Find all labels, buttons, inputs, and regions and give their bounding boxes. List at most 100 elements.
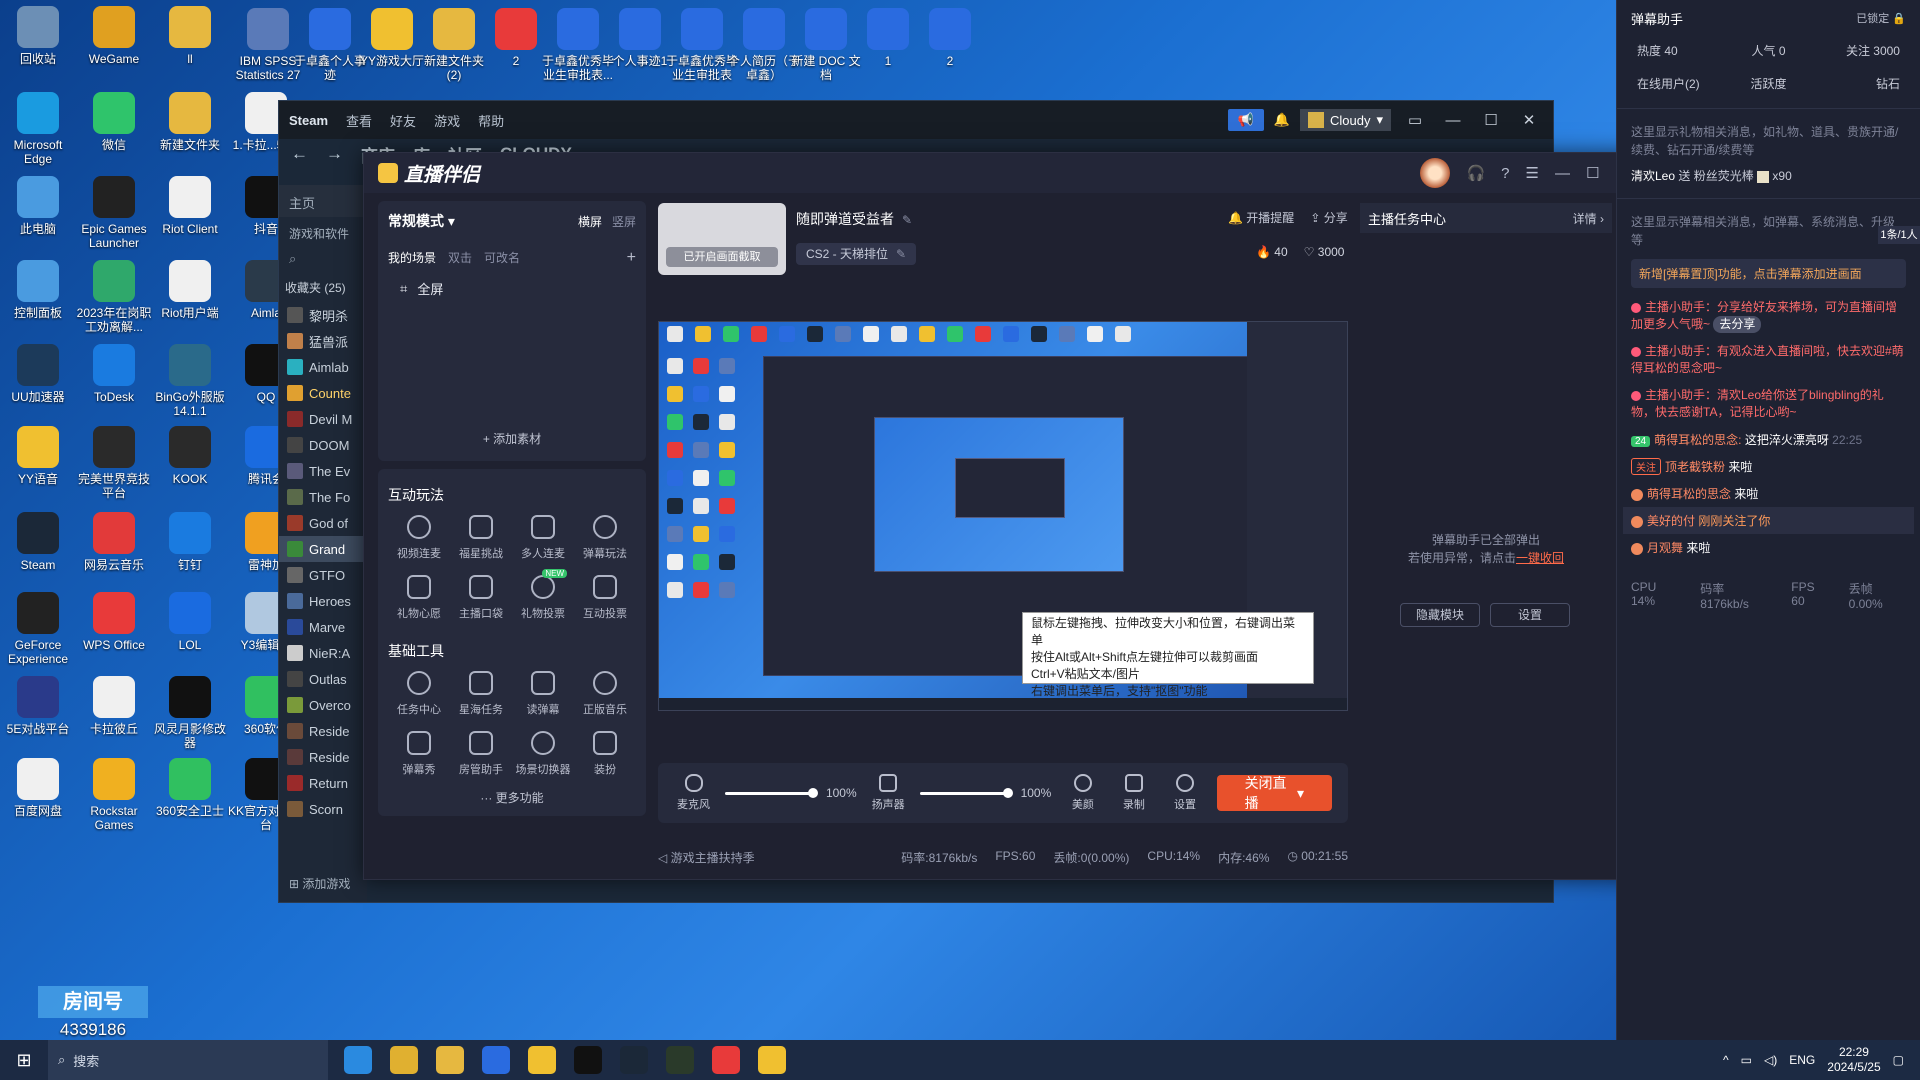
maximize-icon[interactable]: ☐ bbox=[1586, 164, 1599, 182]
desktop-icon[interactable]: Microsoft Edge bbox=[0, 92, 76, 166]
desktop-icon[interactable]: ll bbox=[152, 6, 228, 66]
steam-game-item[interactable]: Aimlab bbox=[279, 354, 367, 380]
desktop-icon[interactable]: 2023年在岗职工劝离解... bbox=[76, 260, 152, 334]
tool-button[interactable]: 星海任务 bbox=[450, 671, 512, 717]
steam-game-item[interactable]: Outlas bbox=[279, 666, 367, 692]
back-arrow-icon[interactable]: ← bbox=[291, 144, 308, 164]
forward-arrow-icon[interactable]: → bbox=[326, 144, 343, 164]
game-support-link[interactable]: ◁ 游戏主播扶持季 bbox=[658, 849, 755, 866]
new-feature-banner[interactable]: 新增[弹幕置顶]功能，点击弹幕添加进画面 bbox=[1631, 259, 1906, 288]
desktop-icon[interactable]: LOL bbox=[152, 592, 228, 652]
add-scene-icon[interactable]: + bbox=[627, 249, 636, 267]
tool-button[interactable]: 弹幕玩法 bbox=[574, 515, 636, 561]
taskbar-app-icon[interactable] bbox=[666, 1046, 694, 1074]
chat-message[interactable]: 24 萌得耳松的思念: 这把淬火漂亮呀 22:25 bbox=[1617, 426, 1920, 453]
taskbar-clock[interactable]: 22:29 2024/5/25 bbox=[1827, 1045, 1880, 1075]
desktop-icon[interactable]: GeForce Experience bbox=[0, 592, 76, 666]
tool-button[interactable]: 多人连麦 bbox=[512, 515, 574, 561]
maximize-icon[interactable]: ☐ bbox=[1477, 111, 1505, 129]
steam-menu-games[interactable]: 游戏 bbox=[434, 111, 460, 130]
desktop-icon[interactable]: KOOK bbox=[152, 426, 228, 486]
diamond-tab[interactable]: 钻石 bbox=[1812, 75, 1900, 92]
desktop-icon[interactable]: 回收站 bbox=[0, 6, 76, 66]
online-users-tab[interactable]: 在线用户(2) bbox=[1637, 75, 1725, 92]
tool-button[interactable]: 视频连麦 bbox=[388, 515, 450, 561]
speaker-button[interactable]: 扬声器 bbox=[869, 774, 908, 812]
tool-button[interactable]: 房管助手 bbox=[450, 731, 512, 777]
desktop-icon[interactable]: 完美世界竞技平台 bbox=[76, 426, 152, 500]
portrait-toggle[interactable]: 竖屏 bbox=[612, 213, 636, 230]
desktop-icon[interactable]: 此电脑 bbox=[0, 176, 76, 236]
task-settings-button[interactable]: 设置 bbox=[1490, 603, 1570, 627]
steam-game-item[interactable]: The Ev bbox=[279, 458, 367, 484]
steam-broadcast-button[interactable]: 📢 bbox=[1227, 109, 1264, 131]
tool-button[interactable]: 福星挑战 bbox=[450, 515, 512, 561]
network-icon[interactable]: ▭ bbox=[1741, 1053, 1752, 1067]
desktop-icon[interactable]: 风灵月影修改器 bbox=[152, 676, 228, 750]
taskbar-app-icon[interactable] bbox=[436, 1046, 464, 1074]
steam-game-item[interactable]: GTFO bbox=[279, 562, 367, 588]
desktop-icon[interactable]: 控制面板 bbox=[0, 260, 76, 320]
speaker-volume-slider[interactable] bbox=[919, 787, 1013, 798]
task-detail-link[interactable]: 详情 › bbox=[1573, 210, 1604, 227]
mode-select[interactable]: 常规模式 ▾ bbox=[388, 211, 455, 231]
room-cover[interactable]: 已开启画面截取 bbox=[658, 203, 786, 275]
record-button[interactable]: 录制 bbox=[1114, 774, 1153, 812]
room-category[interactable]: CS2 - 天梯排位 ✎ bbox=[796, 243, 917, 265]
avatar[interactable] bbox=[1420, 158, 1451, 188]
tool-button[interactable]: NEW 礼物投票 bbox=[512, 569, 574, 621]
remind-button[interactable]: 🔔 开播提醒 bbox=[1228, 209, 1294, 226]
chat-message[interactable]: 关注 顶老截铁粉 来啦 bbox=[1617, 453, 1920, 480]
desktop-icon[interactable]: 360安全卫士 bbox=[152, 758, 228, 818]
add-game-button[interactable]: ⊞ 添加游戏 bbox=[289, 875, 350, 892]
close-icon[interactable]: ✕ bbox=[1515, 111, 1543, 129]
activity-tab[interactable]: 活跃度 bbox=[1725, 75, 1813, 92]
desktop-icon[interactable]: 百度网盘 bbox=[0, 758, 76, 818]
steam-user-menu[interactable]: Cloudy ▾ bbox=[1300, 109, 1391, 131]
desktop-icon[interactable]: ToDesk bbox=[76, 344, 152, 404]
landscape-toggle[interactable]: 横屏 bbox=[578, 213, 602, 230]
desktop-icon[interactable]: WeGame bbox=[76, 6, 152, 66]
desktop-icon[interactable]: WPS Office bbox=[76, 592, 152, 652]
desktop-icon[interactable]: Riot Client bbox=[152, 176, 228, 236]
desktop-icon[interactable]: BinGo外服版 14.1.1 bbox=[152, 344, 228, 418]
windows-start-icon[interactable]: ⊞ bbox=[0, 1050, 48, 1071]
taskbar-app-icon[interactable] bbox=[344, 1046, 372, 1074]
desktop-icon[interactable]: 微信 bbox=[76, 92, 152, 152]
bell-icon[interactable]: 🔔 bbox=[1274, 112, 1290, 128]
desktop-icon[interactable]: YY语音 bbox=[0, 426, 76, 486]
steam-game-item[interactable]: Heroes bbox=[279, 588, 367, 614]
desktop-icon[interactable]: Steam bbox=[0, 512, 76, 572]
taskbar-search[interactable]: ⌕ 搜索 bbox=[48, 1040, 328, 1080]
headset-icon[interactable]: 🎧 bbox=[1466, 164, 1485, 182]
recall-link[interactable]: 一键收回 bbox=[1516, 551, 1564, 565]
desktop-icon[interactable]: 新建文件夹 bbox=[152, 92, 228, 152]
steam-game-item[interactable]: Grand bbox=[279, 536, 367, 562]
steam-games-software[interactable]: 游戏和软件 bbox=[279, 217, 367, 247]
language-indicator[interactable]: ENG bbox=[1789, 1053, 1815, 1067]
lock-toggle[interactable]: 已锁定 🔒 bbox=[1856, 10, 1906, 26]
steam-game-item[interactable]: Marve bbox=[279, 614, 367, 640]
steam-menu-friends[interactable]: 好友 bbox=[390, 111, 416, 130]
steam-game-item[interactable]: DOOM bbox=[279, 432, 367, 458]
desktop-icon[interactable]: 5E对战平台 bbox=[0, 676, 76, 736]
tool-button[interactable]: 互动投票 bbox=[574, 575, 636, 621]
room-title[interactable]: 随即弹道受益者 ✎ bbox=[796, 209, 912, 229]
scene-item-fullscreen[interactable]: ⌗ 全屏 bbox=[388, 279, 636, 298]
tool-button[interactable]: 读弹幕 bbox=[512, 671, 574, 717]
steam-game-item[interactable]: Reside bbox=[279, 744, 367, 770]
share-button[interactable]: ⇪ 分享 bbox=[1310, 209, 1347, 226]
taskbar-app-icon[interactable] bbox=[620, 1046, 648, 1074]
taskbar-app-icon[interactable] bbox=[758, 1046, 786, 1074]
taskbar-app-icon[interactable] bbox=[390, 1046, 418, 1074]
minimize-icon[interactable]: — bbox=[1555, 165, 1570, 182]
settings-button[interactable]: 设置 bbox=[1165, 774, 1204, 812]
mic-button[interactable]: 麦克风 bbox=[674, 774, 713, 812]
edit-icon[interactable]: ✎ bbox=[902, 213, 912, 227]
search-icon[interactable]: ⌕ bbox=[279, 247, 367, 273]
taskbar-app-icon[interactable] bbox=[574, 1046, 602, 1074]
monitor-icon[interactable]: ▭ bbox=[1401, 111, 1429, 129]
steam-home[interactable]: 主页 bbox=[279, 185, 367, 217]
tool-button[interactable]: 装扮 bbox=[574, 731, 636, 777]
steam-game-item[interactable]: The Fo bbox=[279, 484, 367, 510]
